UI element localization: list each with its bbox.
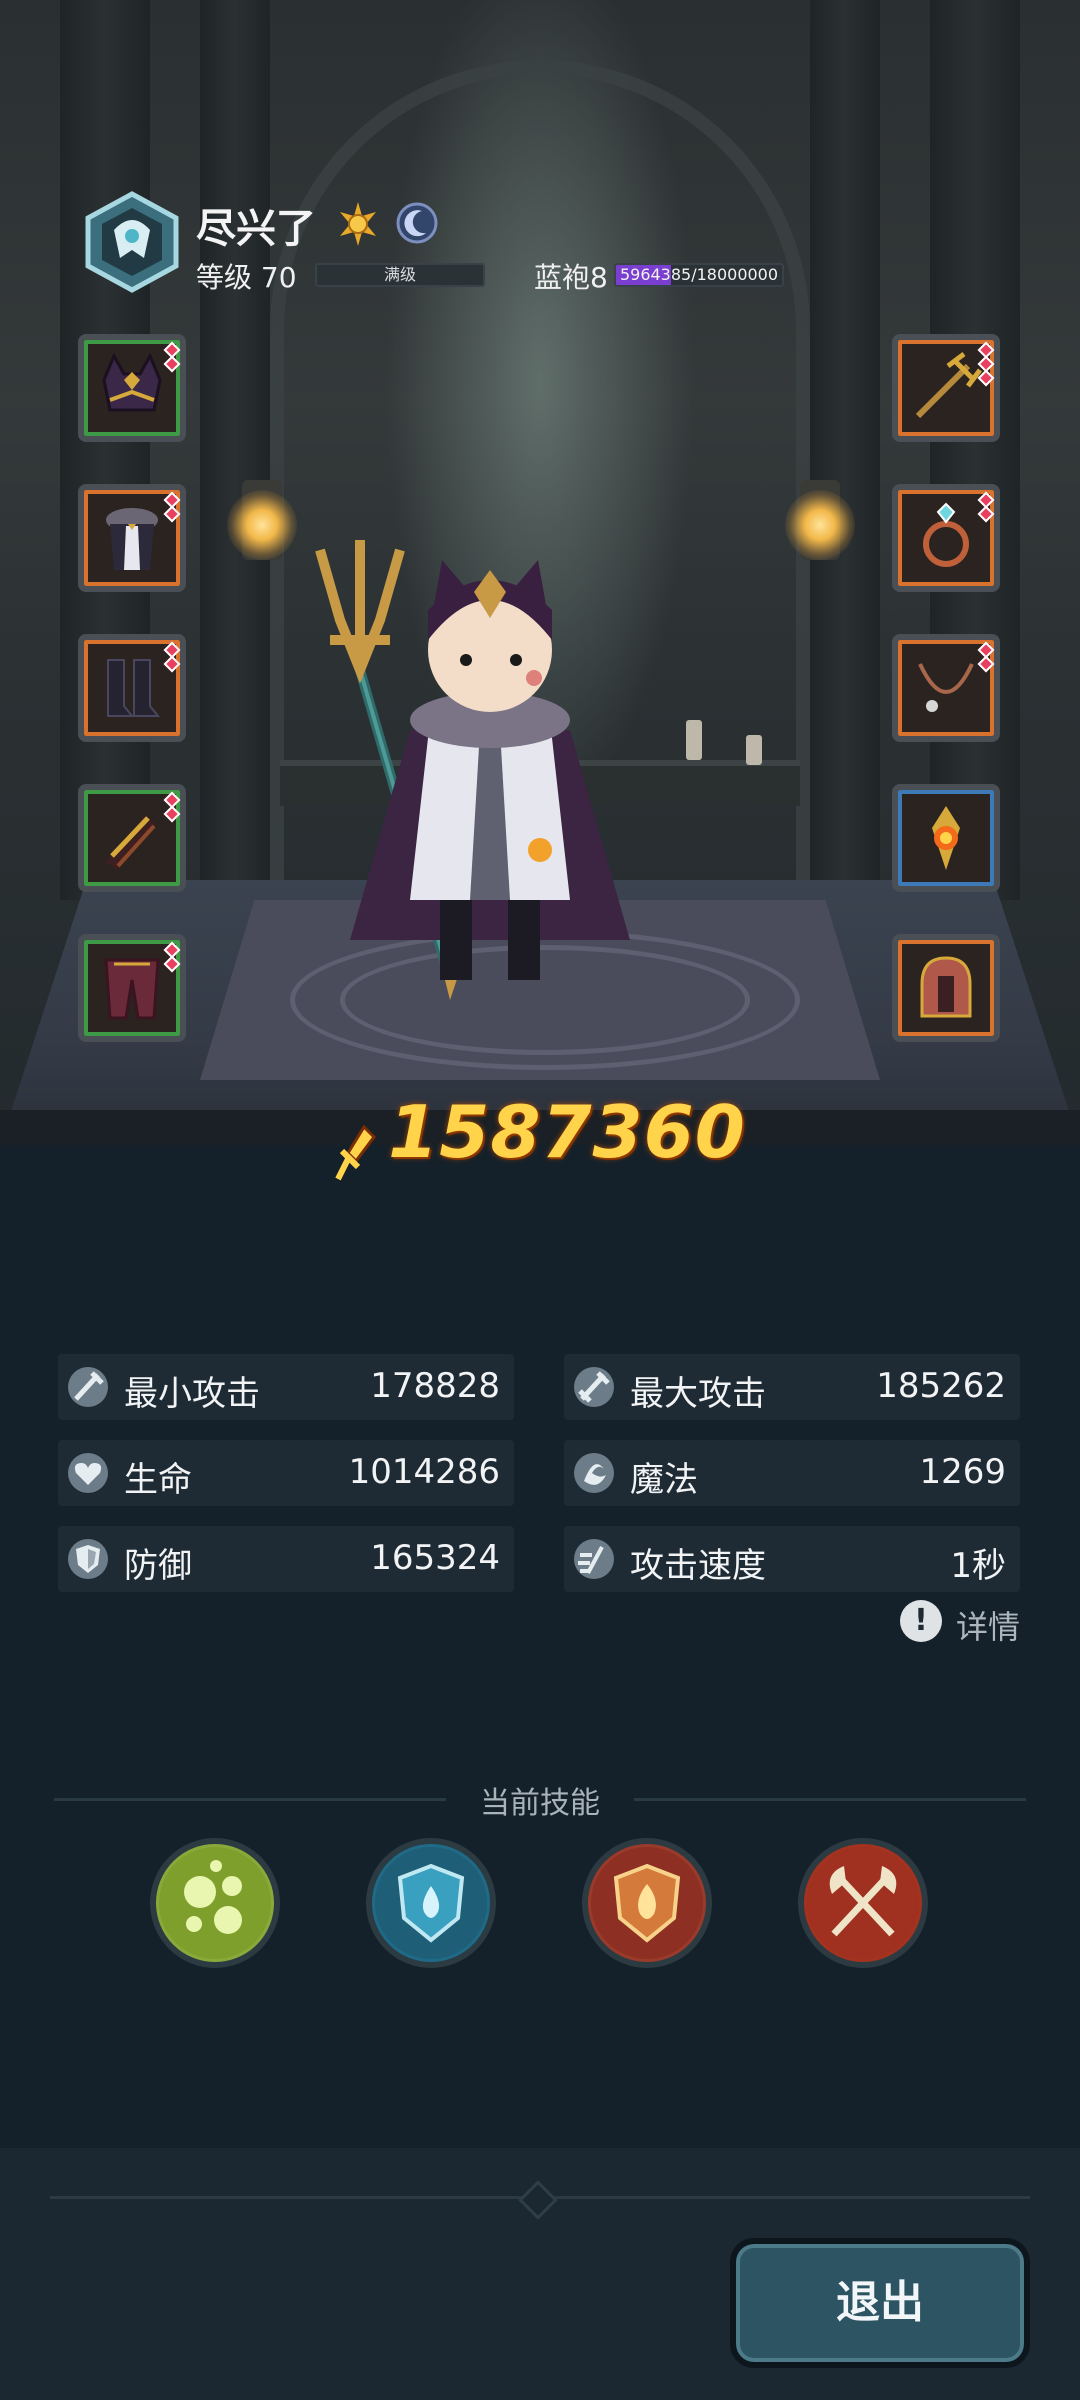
min-attack-icon xyxy=(68,1367,108,1407)
level-bar-text: 满级 xyxy=(383,265,416,284)
necklace-icon xyxy=(918,663,974,712)
equip-slot-amulet[interactable] xyxy=(892,784,1000,892)
stat-label: 最大攻击 xyxy=(630,1374,766,1414)
ring-icon xyxy=(923,502,969,567)
level-progress-bar: 满级 xyxy=(315,263,485,287)
pillar xyxy=(810,0,880,900)
skill-slot-3[interactable] xyxy=(582,1838,712,1968)
equip-slot-robe[interactable] xyxy=(78,484,186,592)
stat-value: 1秒 xyxy=(950,1546,1006,1586)
equip-slot-legs[interactable] xyxy=(78,934,186,1042)
player-name: 尽兴了 xyxy=(196,206,316,252)
poison-bubbles-skill-icon xyxy=(159,1847,271,1959)
rank-label: 蓝袍8 xyxy=(534,261,608,294)
pillar xyxy=(200,0,270,900)
equip-slot-hood[interactable] xyxy=(78,334,186,442)
wall-lamp-left xyxy=(227,490,297,560)
combat-power-value: 1587360 xyxy=(388,1090,746,1174)
hero-character xyxy=(350,560,630,980)
rank-progress-bar: 5964385/18000000 xyxy=(614,263,784,287)
skill-slot-4[interactable] xyxy=(798,1838,928,1968)
fire-shield-skill-icon xyxy=(591,1847,703,1959)
candle xyxy=(746,735,762,765)
stat-value: 1269 xyxy=(919,1452,1006,1492)
stat-label: 攻击速度 xyxy=(630,1546,766,1586)
attack-speed-icon xyxy=(574,1539,614,1579)
stat-defense: 防御 165324 xyxy=(58,1526,514,1592)
skills-header: 当前技能 xyxy=(0,1778,1080,1822)
equip-slot-bracer[interactable] xyxy=(78,784,186,892)
moon-badge-icon[interactable] xyxy=(396,202,438,244)
pillar xyxy=(60,0,150,900)
water-shield-skill-icon xyxy=(375,1847,487,1959)
player-level: 等级 70 xyxy=(196,261,297,294)
stat-label: 生命 xyxy=(124,1460,192,1500)
stat-attack-speed: 攻击速度 1秒 xyxy=(564,1526,1020,1592)
defense-icon xyxy=(68,1539,108,1579)
stat-label: 魔法 xyxy=(630,1460,698,1500)
skill-slot-2[interactable] xyxy=(366,1838,496,1968)
stat-max-attack: 最大攻击 185262 xyxy=(564,1354,1020,1420)
cat-hood-icon xyxy=(102,352,162,412)
rank-emblem-icon[interactable] xyxy=(80,190,184,294)
stat-label: 防御 xyxy=(124,1546,192,1586)
power-sword-icon xyxy=(335,1124,377,1180)
crossed-axes-skill-icon xyxy=(807,1847,919,1959)
stat-value: 1014286 xyxy=(348,1452,500,1492)
stat-health: 生命 1014286 xyxy=(58,1440,514,1506)
details-button[interactable]: ! 详情 xyxy=(900,1600,1020,1646)
details-label: 详情 xyxy=(956,1608,1021,1646)
fur-robe-icon xyxy=(106,508,158,570)
stat-min-attack: 最小攻击 178828 xyxy=(58,1354,514,1420)
skill-slot-1[interactable] xyxy=(150,1838,280,1968)
stat-value: 178828 xyxy=(370,1366,500,1406)
stat-value: 165324 xyxy=(370,1538,500,1578)
flame-amulet-icon xyxy=(932,806,960,870)
divider xyxy=(634,1798,1026,1801)
stat-value: 185262 xyxy=(876,1366,1006,1406)
magic-icon xyxy=(574,1453,614,1493)
equip-slot-boots[interactable] xyxy=(78,634,186,742)
wall-lamp-right xyxy=(785,490,855,560)
rank-progress-text: 5964385/18000000 xyxy=(619,265,779,284)
equip-slot-ring[interactable] xyxy=(892,484,1000,592)
exclamation-icon: ! xyxy=(900,1600,942,1642)
boots-icon xyxy=(107,659,161,717)
stat-magic: 魔法 1269 xyxy=(564,1440,1020,1506)
trident-staff-icon xyxy=(915,352,982,419)
pillar xyxy=(930,0,1020,900)
health-icon xyxy=(68,1453,108,1493)
max-attack-icon xyxy=(574,1367,614,1407)
leg-armor-icon xyxy=(104,958,160,1020)
sun-badge-icon[interactable] xyxy=(336,202,380,246)
exit-button[interactable]: 退出 xyxy=(730,2238,1030,2368)
stat-label: 最小攻击 xyxy=(124,1374,260,1414)
combat-power: 1587360 xyxy=(0,1090,1080,1180)
equip-slot-helmet[interactable] xyxy=(892,934,1000,1042)
bracer-icon xyxy=(106,816,156,870)
helmet-icon xyxy=(920,956,972,1018)
equip-slot-necklace[interactable] xyxy=(892,634,1000,742)
equip-slot-weapon[interactable] xyxy=(892,334,1000,442)
